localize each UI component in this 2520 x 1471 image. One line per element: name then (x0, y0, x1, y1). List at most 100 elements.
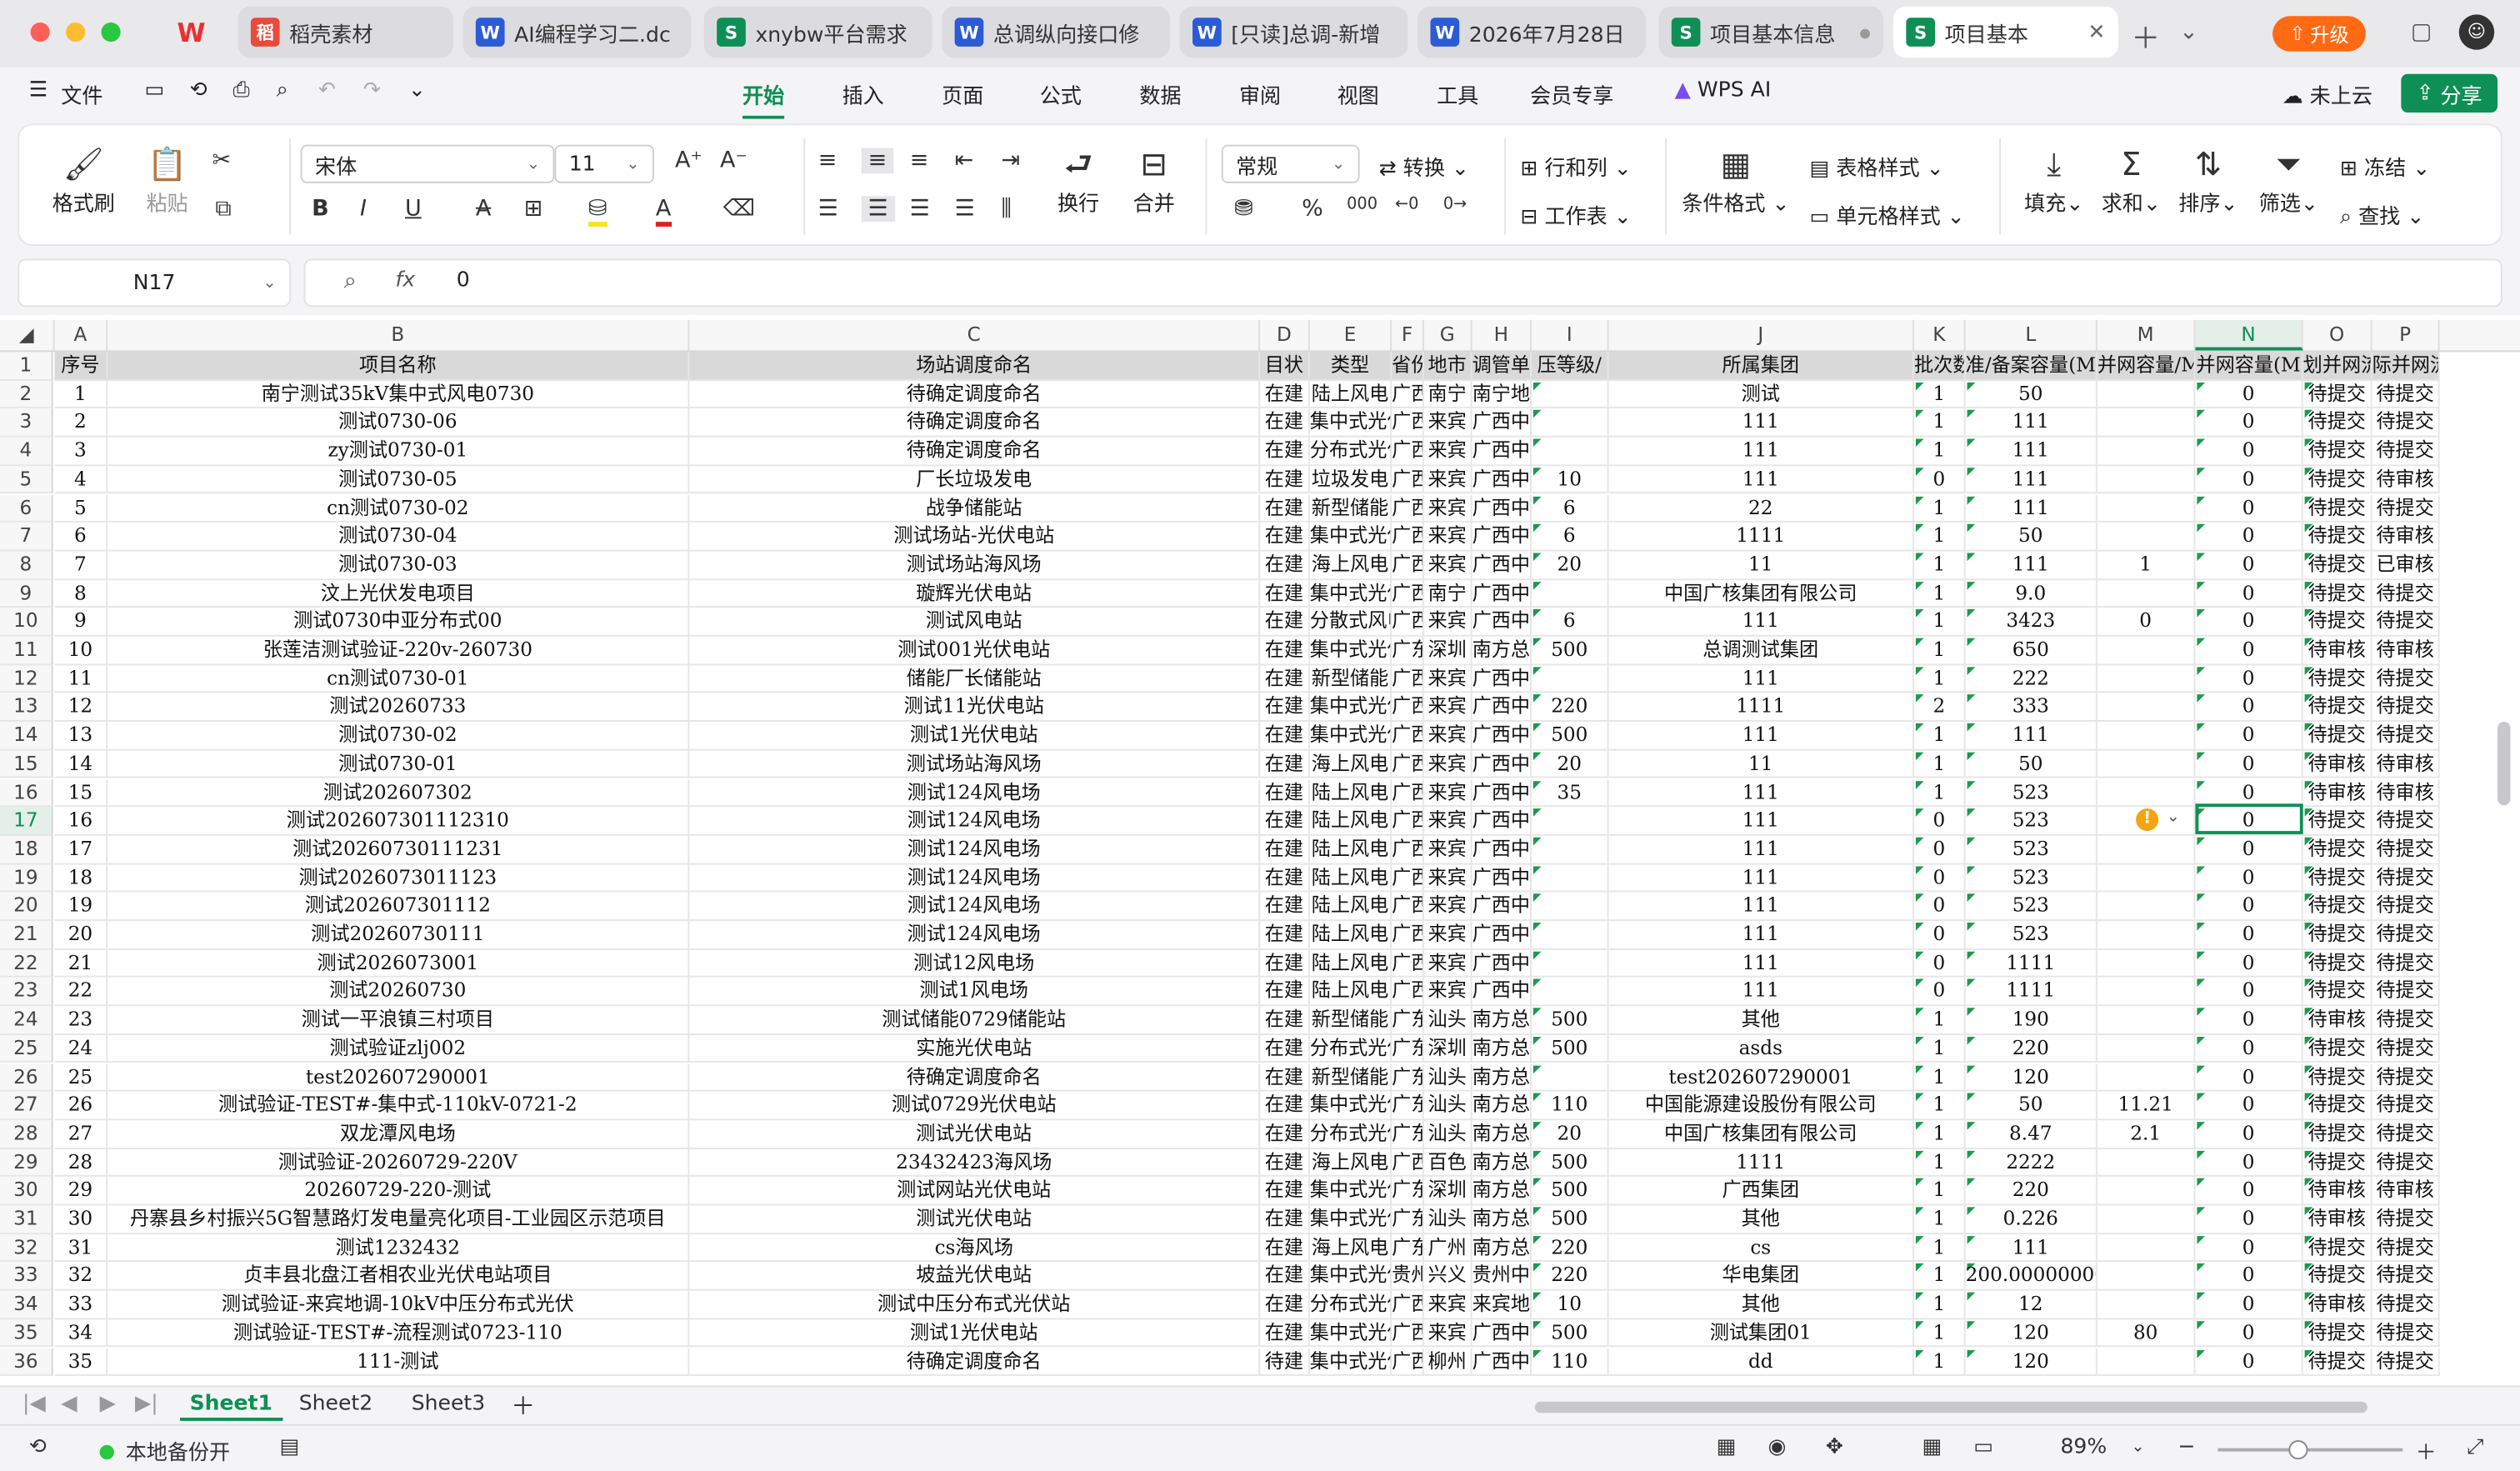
cell-H[interactable]: 南方总调 (1472, 1148, 1532, 1178)
increase-font-icon[interactable]: A⁺ (675, 148, 702, 173)
cell-F[interactable]: 广西 (1392, 1148, 1424, 1178)
cell-I[interactable]: 220 (1531, 1233, 1609, 1263)
cell-M[interactable] (2097, 1233, 2196, 1263)
cell-H[interactable]: 广西中调 (1472, 579, 1532, 608)
cell-A[interactable]: 11 (54, 664, 108, 693)
cell-N[interactable]: 0 (2195, 1148, 2303, 1178)
document-tab[interactable]: S 项目基本 ✕ (1892, 6, 2118, 58)
cell-B[interactable]: 测试202607302 (108, 778, 690, 808)
cell-G[interactable]: 汕头 (1423, 1120, 1472, 1149)
cell-K[interactable]: 0 (1913, 835, 1966, 864)
cell-A[interactable]: 27 (54, 1120, 108, 1149)
cell-F[interactable]: 广西 (1392, 523, 1424, 552)
cell-C[interactable]: 测试光伏电站 (689, 1120, 1261, 1149)
cell-C[interactable]: 实施光伏电站 (689, 1034, 1261, 1063)
last-sheet-icon[interactable]: ▶| (135, 1392, 158, 1416)
cell-O[interactable]: 待提交 (2302, 1091, 2372, 1120)
cell-D[interactable]: 在建 (1260, 892, 1310, 922)
cell-D[interactable]: 在建 (1260, 636, 1310, 665)
share-button[interactable]: ⇪ 分享 (2401, 73, 2498, 113)
cell-O[interactable]: 待提交 (2302, 494, 2372, 523)
avatar[interactable]: ☺ (2458, 14, 2495, 50)
cell-N[interactable]: 0 (2195, 693, 2303, 723)
cell-E[interactable]: 集中式光伏 (1309, 693, 1392, 723)
document-tab[interactable]: W 2026年7月28日 (1418, 6, 1646, 58)
cell-L[interactable]: 50 (1965, 380, 2098, 409)
row-header[interactable]: 26 (0, 1063, 53, 1092)
cell-F[interactable]: 广西 (1392, 807, 1424, 836)
column-header-M[interactable]: M (2098, 319, 2196, 351)
cell-M[interactable] (2097, 835, 2196, 864)
file-menu[interactable]: 文件 (61, 79, 102, 109)
close-window-button[interactable] (30, 23, 50, 43)
cell-M[interactable] (2097, 380, 2196, 409)
cell-D[interactable]: 在建 (1260, 863, 1310, 893)
cell-I[interactable] (1531, 978, 1609, 1007)
cell-D[interactable]: 在建 (1260, 1091, 1310, 1120)
cell-L[interactable]: 523 (1965, 778, 2098, 808)
cell-A[interactable]: 25 (54, 1063, 108, 1092)
number-format-select[interactable]: 常规 ⌄ (1221, 144, 1360, 183)
cell-H[interactable]: 广西中调 (1472, 408, 1532, 438)
cell-N[interactable]: 0 (2195, 636, 2303, 665)
cell-N[interactable]: 并网容量(M (2195, 352, 2303, 381)
cell-K[interactable]: 1 (1913, 494, 1966, 523)
doc-icon[interactable]: ▤ (280, 1435, 300, 1459)
cell-P[interactable]: 待提交 (2372, 1233, 2440, 1263)
cell-M[interactable] (2097, 921, 2196, 950)
cell-E[interactable]: 陆上风电 (1309, 949, 1392, 978)
cell-K[interactable]: 批次数 (1913, 352, 1966, 381)
fx-icon[interactable]: fx (395, 268, 415, 293)
cell-L[interactable]: 12 (1965, 1290, 2098, 1319)
cell-G[interactable]: 来宾 (1423, 408, 1472, 438)
cell-J[interactable]: 11 (1608, 750, 1914, 779)
row-header[interactable]: 31 (0, 1205, 53, 1234)
cell-I[interactable]: 10 (1531, 1290, 1609, 1319)
decrease-indent-icon[interactable]: ⇤ (955, 148, 974, 173)
cell-D[interactable]: 在建 (1260, 664, 1310, 693)
cell-H[interactable]: 南宁地调 (1472, 380, 1532, 409)
merge-button[interactable]: ⊟ 合并 (1118, 142, 1189, 218)
thousands-icon[interactable]: 000 (1347, 196, 1378, 213)
cell-M[interactable] (2097, 1148, 2196, 1178)
cell-E[interactable]: 集中式光伏 (1309, 1262, 1392, 1291)
cell-O[interactable]: 待提交 (2302, 722, 2372, 751)
cell-O[interactable]: 待审核 (2302, 636, 2372, 665)
cell-F[interactable]: 广西 (1392, 778, 1424, 808)
cell-B[interactable]: 双龙潭风电场 (108, 1120, 690, 1149)
cell-J[interactable]: 111 (1608, 921, 1914, 950)
cell-D[interactable]: 在建 (1260, 1318, 1310, 1348)
cell-P[interactable]: 待提交 (2372, 1120, 2440, 1149)
bold-icon[interactable]: B (312, 196, 329, 222)
cell-I[interactable]: 20 (1531, 551, 1609, 580)
align-right-icon[interactable]: ☰ (910, 196, 930, 222)
cell-H[interactable]: 广西中调 (1472, 664, 1532, 693)
border-icon[interactable]: ⊞ (524, 196, 543, 222)
row-header[interactable]: 8 (0, 551, 53, 580)
cell-J[interactable]: 广西集团 (1608, 1177, 1914, 1206)
focus-icon[interactable]: ✥ (1826, 1435, 1843, 1459)
cell-I[interactable]: 500 (1531, 636, 1609, 665)
row-header[interactable]: 32 (0, 1233, 53, 1263)
cell-M[interactable]: 11.21 (2097, 1091, 2196, 1120)
cell-I[interactable] (1531, 437, 1609, 466)
increase-indent-icon[interactable]: ⇥ (1002, 148, 1021, 173)
cell-J[interactable]: 1111 (1608, 523, 1914, 552)
sheet-tab-2[interactable]: Sheet2 (299, 1392, 372, 1416)
row-header[interactable]: 9 (0, 579, 53, 608)
cell-O[interactable]: 待提交 (2302, 408, 2372, 438)
cell-O[interactable]: 待提交 (2302, 664, 2372, 693)
cell-H[interactable]: 广西中调 (1472, 465, 1532, 495)
cell-L[interactable]: 8.47 (1965, 1120, 2098, 1149)
cell-H[interactable]: 广西中调 (1472, 722, 1532, 751)
cell-M[interactable]: 1 (2097, 551, 2196, 580)
cell-L[interactable]: 50 (1965, 1091, 2098, 1120)
cell-K[interactable]: 1 (1913, 636, 1966, 665)
cell-M[interactable] (2097, 465, 2196, 495)
cell-O[interactable]: 待提交 (2302, 608, 2372, 637)
cell-D[interactable]: 在建 (1260, 579, 1310, 608)
cell-H[interactable]: 南方总调 (1472, 1091, 1532, 1120)
cell-L[interactable]: 111 (1965, 465, 2098, 495)
cell-F[interactable]: 广西 (1392, 892, 1424, 922)
upgrade-button[interactable]: ⇧ 升级 (2272, 16, 2366, 52)
